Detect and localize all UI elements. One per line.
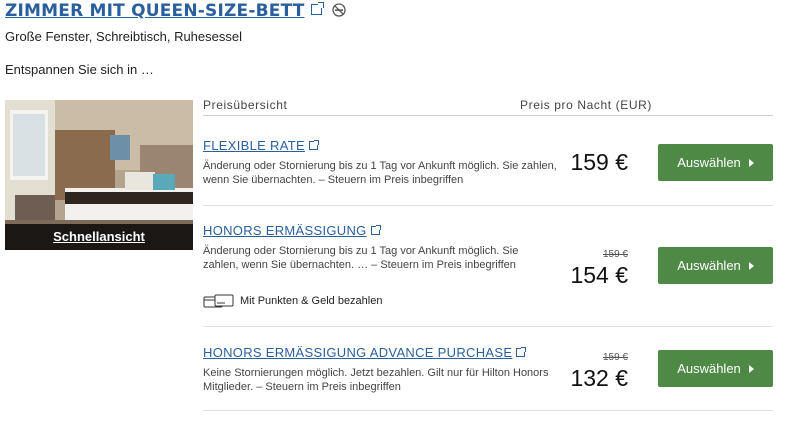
- header-divider: [203, 115, 773, 116]
- select-button-label: Auswählen: [677, 155, 741, 170]
- external-link-icon[interactable]: [516, 347, 527, 357]
- room-title: ZIMMER MIT QUEEN-SIZE-BETT: [5, 0, 346, 22]
- rate-overview-header: Preisübersicht: [203, 98, 288, 112]
- points-and-money-link[interactable]: Mit Punkten & Geld bezahlen: [203, 293, 382, 309]
- original-price: 159 €: [602, 249, 628, 260]
- arrow-right-icon: [748, 158, 754, 167]
- rate-name-label[interactable]: HONORS ERMÄSSIGUNG ADVANCE PURCHASE: [203, 345, 512, 360]
- arrow-right-icon: [748, 261, 754, 270]
- rate-name-link[interactable]: HONORS ERMÄSSIGUNG: [203, 223, 381, 238]
- room-description: Große Fenster, Schreibtisch, Ruhesessel: [5, 29, 242, 44]
- rate-divider: [203, 205, 773, 206]
- price-per-night-header: Preis pro Nacht (EUR): [520, 98, 652, 112]
- rate-description: Änderung oder Stornierung bis zu 1 Tag v…: [203, 160, 557, 186]
- rate-divider: [203, 410, 773, 411]
- points-label[interactable]: Mit Punkten & Geld bezahlen: [240, 295, 382, 307]
- external-link-icon[interactable]: [370, 225, 381, 235]
- external-link-icon[interactable]: [308, 140, 319, 150]
- room-photo[interactable]: Schnellansicht: [5, 100, 193, 250]
- rate-name-link[interactable]: FLEXIBLE RATE: [203, 138, 319, 153]
- select-rate-button[interactable]: Auswählen: [658, 247, 773, 284]
- room-title-link[interactable]: ZIMMER MIT QUEEN-SIZE-BETT: [5, 1, 305, 21]
- rate-name-link[interactable]: HONORS ERMÄSSIGUNG ADVANCE PURCHASE: [203, 345, 527, 360]
- rate-name-label[interactable]: FLEXIBLE RATE: [203, 138, 305, 153]
- rate-row-flexible: FLEXIBLE RATE Änderung oder Stornierung …: [203, 138, 773, 208]
- external-link-icon[interactable]: [310, 1, 324, 15]
- quick-view-link[interactable]: Schnellansicht: [5, 224, 193, 250]
- select-rate-button[interactable]: Auswählen: [658, 350, 773, 387]
- select-button-label: Auswählen: [677, 361, 741, 376]
- rate-name-label[interactable]: HONORS ERMÄSSIGUNG: [203, 223, 367, 238]
- rate-price: 154 €: [570, 262, 628, 288]
- no-smoking-icon: [331, 3, 346, 17]
- select-rate-button[interactable]: Auswählen: [658, 144, 773, 181]
- rate-price: 159 €: [570, 149, 628, 175]
- select-button-label: Auswählen: [677, 258, 741, 273]
- rate-description: Keine Stornierungen möglich. Jetzt bezah…: [203, 367, 549, 393]
- rate-divider: [203, 326, 773, 327]
- arrow-right-icon: [748, 364, 754, 373]
- original-price: 159 €: [602, 352, 628, 363]
- room-relax-text: Entspannen Sie sich in …: [5, 62, 154, 77]
- points-money-icon: [203, 294, 234, 308]
- rate-row-advance-purchase: HONORS ERMÄSSIGUNG ADVANCE PURCHASE Kein…: [203, 345, 773, 411]
- rate-row-honors: HONORS ERMÄSSIGUNG Änderung oder Stornie…: [203, 223, 773, 327]
- rate-description: Änderung oder Stornierung bis zu 1 Tag v…: [203, 245, 519, 271]
- rate-price: 132 €: [570, 365, 628, 391]
